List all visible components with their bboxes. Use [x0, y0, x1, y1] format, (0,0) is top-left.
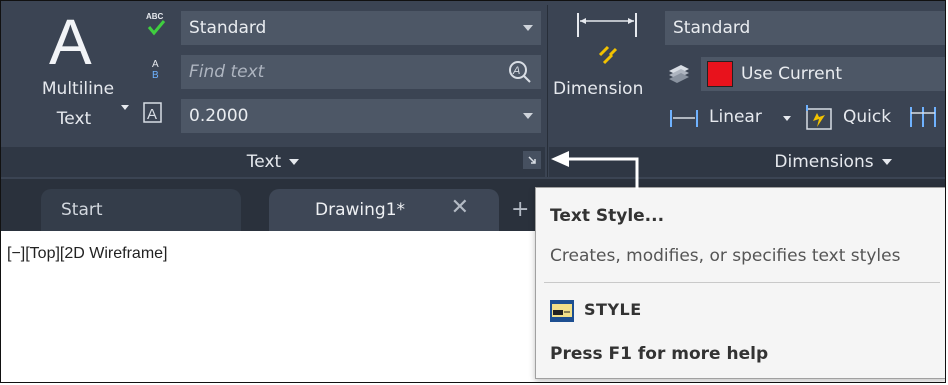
- tab-start[interactable]: Start: [41, 189, 241, 231]
- tooltip-divider: [544, 282, 940, 283]
- text-height-dropdown[interactable]: 0.2000: [181, 99, 541, 133]
- svg-text:B: B: [152, 70, 159, 81]
- linear-dropdown-arrow[interactable]: [783, 116, 791, 121]
- find-text-field[interactable]: Find text A: [181, 55, 541, 89]
- dimension-style-dropdown[interactable]: Standard: [665, 11, 945, 45]
- multiline-dropdown-arrow[interactable]: [121, 105, 129, 110]
- dimension-layer-dropdown[interactable]: Use Current: [701, 57, 945, 91]
- text-panel-title[interactable]: Text: [1, 147, 545, 177]
- autocad-window: A Multiline Text ABC Standard A B Find t…: [0, 0, 946, 383]
- viewport-controls-label[interactable]: [−][Top][2D Wireframe]: [7, 245, 168, 263]
- tab-drawing1[interactable]: Drawing1* ✕: [269, 189, 499, 231]
- find-text-placeholder: Find text: [189, 62, 265, 82]
- close-icon[interactable]: ✕: [451, 195, 469, 220]
- tab-start-label: Start: [61, 200, 103, 220]
- tooltip-description: Creates, modifies, or specifies text sty…: [550, 246, 901, 266]
- text-height-icon: A: [143, 101, 163, 128]
- tooltip-title: Text Style...: [550, 206, 665, 226]
- dimension-style-value: Standard: [673, 18, 751, 38]
- text-style-dropdown[interactable]: Standard: [181, 11, 541, 45]
- tooltip-command: STYLE: [584, 300, 642, 319]
- style-command-icon: [550, 300, 574, 322]
- new-tab-plus-icon[interactable]: +: [511, 197, 529, 222]
- chevron-down-icon: [523, 25, 533, 31]
- tab-drawing1-label: Drawing1*: [315, 200, 406, 220]
- linear-dimension-icon[interactable]: [669, 107, 699, 133]
- chevron-down-icon: [289, 159, 300, 165]
- callout-arrow: [551, 151, 639, 189]
- quick-button[interactable]: Quick: [843, 107, 891, 127]
- text-style-value: Standard: [189, 18, 267, 38]
- layers-icon: [667, 63, 691, 87]
- chevron-down-icon: [523, 113, 533, 119]
- multiline-label-line2[interactable]: Text: [19, 109, 129, 129]
- tooltip-help: Press F1 for more help: [550, 344, 769, 364]
- tooltip: Text Style... Creates, modifies, or spec…: [535, 187, 945, 379]
- quick-dimension-icon[interactable]: [805, 103, 835, 135]
- linear-button[interactable]: Linear: [709, 107, 762, 127]
- text-panel-label: Text: [246, 152, 282, 172]
- svg-text:ABC: ABC: [146, 12, 164, 21]
- svg-text:A: A: [512, 65, 520, 77]
- chevron-down-icon: [881, 159, 892, 165]
- dialog-launcher-icon[interactable]: [523, 151, 541, 169]
- dimension-label[interactable]: Dimension: [553, 79, 643, 99]
- find-replace-icon: A B: [149, 57, 165, 84]
- text-height-value: 0.2000: [189, 106, 249, 126]
- continue-dimension-icon[interactable]: [909, 105, 939, 133]
- search-icon[interactable]: A: [507, 59, 533, 90]
- layer-value: Use Current: [741, 64, 843, 84]
- svg-text:A: A: [152, 59, 159, 70]
- multiline-text-icon[interactable]: A: [49, 5, 92, 79]
- svg-text:A: A: [147, 106, 157, 123]
- spell-check-icon[interactable]: ABC: [145, 11, 167, 40]
- layer-color-swatch: [707, 61, 733, 87]
- dimensions-panel-label: Dimensions: [774, 152, 874, 172]
- multiline-label-line1[interactable]: Multiline: [23, 79, 133, 99]
- ribbon: A Multiline Text ABC Standard A B Find t…: [1, 1, 945, 179]
- dimension-icon[interactable]: [576, 9, 638, 75]
